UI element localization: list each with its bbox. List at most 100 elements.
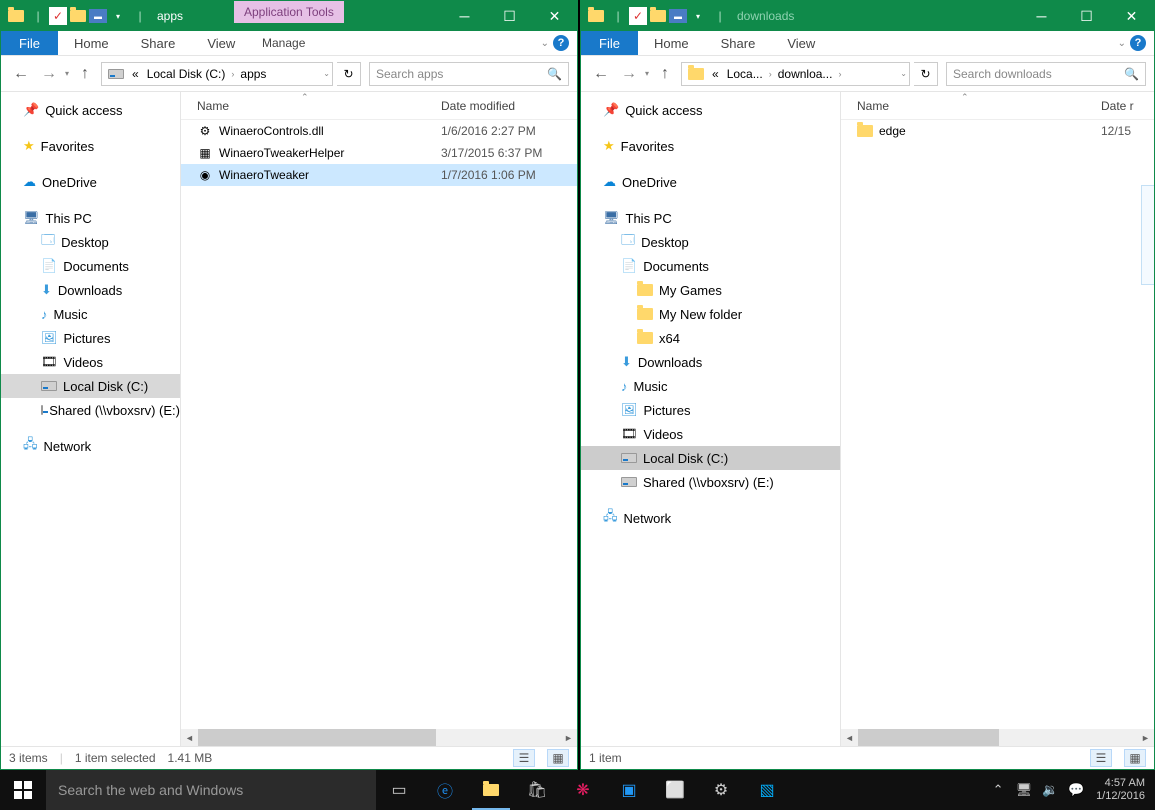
nav-this-pc[interactable]: 🖥This PC xyxy=(1,206,180,230)
nav-network[interactable]: 🖧Network xyxy=(581,506,840,530)
share-tab[interactable]: Share xyxy=(705,31,772,55)
nav-x64[interactable]: x64 xyxy=(581,326,840,350)
search-icon[interactable]: 🔍 xyxy=(1124,67,1139,81)
nav-downloads[interactable]: ⬇Downloads xyxy=(1,278,180,302)
notifications-icon[interactable]: 💬 xyxy=(1066,782,1086,798)
nav-videos[interactable]: 🎞Videos xyxy=(1,350,180,374)
titlebar[interactable]: | ✓ ▬ ▾ | downloads ─ ☐ ✕ xyxy=(581,1,1154,31)
horizontal-scrollbar[interactable]: ◄ ► xyxy=(841,729,1154,746)
explorer-taskbar-icon[interactable] xyxy=(468,770,514,810)
column-name[interactable]: Name xyxy=(841,99,1101,113)
breadcrumb-item[interactable]: Loca... xyxy=(723,67,767,81)
network-icon[interactable]: 🖥 xyxy=(1014,782,1034,798)
home-tab[interactable]: Home xyxy=(638,31,705,55)
qat-custom-icon[interactable]: ▬ xyxy=(669,9,687,23)
taskbar-search[interactable]: Search the web and Windows xyxy=(46,770,376,810)
app-icon[interactable]: ⬜ xyxy=(652,770,698,810)
nav-music[interactable]: ♪Music xyxy=(581,374,840,398)
up-button[interactable]: ↑ xyxy=(653,62,677,86)
nav-documents[interactable]: 📄Documents xyxy=(1,254,180,278)
help-icon[interactable]: ? xyxy=(1130,35,1146,51)
history-dropdown-icon[interactable]: ▾ xyxy=(645,69,649,78)
qat-properties-icon[interactable]: ✓ xyxy=(49,7,67,25)
nav-desktop[interactable]: 🗔Desktop xyxy=(1,230,180,254)
nav-pictures[interactable]: 🖼Pictures xyxy=(581,398,840,422)
file-tab[interactable]: File xyxy=(581,31,638,55)
nav-downloads[interactable]: ⬇Downloads xyxy=(581,350,840,374)
icons-view-button[interactable]: ▦ xyxy=(1124,749,1146,767)
column-date[interactable]: Date modified xyxy=(441,99,571,113)
breadcrumb-prefix[interactable]: « xyxy=(128,67,143,81)
scroll-left-icon[interactable]: ◄ xyxy=(841,729,858,746)
start-button[interactable] xyxy=(0,770,46,810)
qat-newfolder-icon[interactable] xyxy=(647,5,669,27)
refresh-button[interactable]: ↻ xyxy=(914,62,938,86)
breadcrumb-item[interactable]: downloa... xyxy=(774,67,837,81)
qat-dropdown-icon[interactable]: ▾ xyxy=(107,5,129,27)
task-view-button[interactable]: ▭ xyxy=(376,770,422,810)
nav-favorites[interactable]: ★Favorites xyxy=(581,134,840,158)
nav-this-pc[interactable]: 🖥This PC xyxy=(581,206,840,230)
maximize-button[interactable]: ☐ xyxy=(487,1,532,31)
taskbar-clock[interactable]: 4:57 AM 1/12/2016 xyxy=(1092,777,1149,803)
search-input[interactable]: Search downloads 🔍 xyxy=(946,62,1146,86)
app-icon[interactable]: ▧ xyxy=(744,770,790,810)
app-icon[interactable]: ❋ xyxy=(560,770,606,810)
details-view-button[interactable]: ☰ xyxy=(513,749,535,767)
chevron-right-icon[interactable]: › xyxy=(229,69,236,79)
help-icon[interactable]: ? xyxy=(553,35,569,51)
file-list[interactable]: ⌃ Name Date r edge 12/15 + Copy to downl… xyxy=(841,92,1154,746)
ribbon-expand-icon[interactable]: ⌄ xyxy=(541,38,549,49)
chevron-right-icon[interactable]: › xyxy=(767,69,774,79)
close-button[interactable]: ✕ xyxy=(1109,1,1154,31)
column-headers[interactable]: ⌃ Name Date r xyxy=(841,92,1154,120)
column-name[interactable]: Name xyxy=(181,99,441,113)
settings-icon[interactable]: ⚙ xyxy=(698,770,744,810)
nav-quick-access[interactable]: 📌Quick access xyxy=(1,98,180,122)
nav-onedrive[interactable]: ☁OneDrive xyxy=(1,170,180,194)
nav-quick-access[interactable]: 📌Quick access xyxy=(581,98,840,122)
qat-dropdown-icon[interactable]: ▾ xyxy=(687,5,709,27)
qat-properties-icon[interactable]: ✓ xyxy=(629,7,647,25)
search-icon[interactable]: 🔍 xyxy=(547,67,562,81)
file-tab[interactable]: File xyxy=(1,31,58,55)
store-icon[interactable]: 🛍 xyxy=(514,770,560,810)
nav-local-disk-c[interactable]: Local Disk (C:) xyxy=(1,374,180,398)
nav-documents[interactable]: 📄Documents xyxy=(581,254,840,278)
file-row[interactable]: edge 12/15 xyxy=(841,120,1154,142)
chevron-right-icon[interactable]: › xyxy=(836,69,843,79)
column-date[interactable]: Date r xyxy=(1101,99,1151,113)
nav-my-new-folder[interactable]: My New folder xyxy=(581,302,840,326)
share-tab[interactable]: Share xyxy=(125,31,192,55)
volume-icon[interactable]: 🔉 xyxy=(1040,782,1060,798)
minimize-button[interactable]: ─ xyxy=(442,1,487,31)
up-button[interactable]: ↑ xyxy=(73,62,97,86)
forward-button[interactable]: → xyxy=(617,62,641,86)
scroll-left-icon[interactable]: ◄ xyxy=(181,729,198,746)
back-button[interactable]: ← xyxy=(589,62,613,86)
minimize-button[interactable]: ─ xyxy=(1019,1,1064,31)
nav-network[interactable]: 🖧Network xyxy=(1,434,180,458)
file-row[interactable]: ⚙WinaeroControls.dll 1/6/2016 2:27 PM xyxy=(181,120,577,142)
tray-overflow-icon[interactable]: ⌃ xyxy=(988,782,1008,798)
address-dropdown-icon[interactable]: ⌄ xyxy=(900,69,907,78)
manage-tab[interactable]: Manage xyxy=(234,31,333,55)
nav-onedrive[interactable]: ☁OneDrive xyxy=(581,170,840,194)
file-row[interactable]: ▦WinaeroTweakerHelper 3/17/2015 6:37 PM xyxy=(181,142,577,164)
scroll-right-icon[interactable]: ► xyxy=(1137,729,1154,746)
nav-local-disk-c[interactable]: Local Disk (C:) xyxy=(581,446,840,470)
breadcrumb-item[interactable]: Local Disk (C:) xyxy=(143,67,230,81)
column-headers[interactable]: ⌃ Name Date modified xyxy=(181,92,577,120)
back-button[interactable]: ← xyxy=(9,62,33,86)
app-icon[interactable]: ▣ xyxy=(606,770,652,810)
horizontal-scrollbar[interactable]: ◄ ► xyxy=(181,729,577,746)
nav-favorites[interactable]: ★Favorites xyxy=(1,134,180,158)
forward-button[interactable]: → xyxy=(37,62,61,86)
breadcrumb-prefix[interactable]: « xyxy=(708,67,723,81)
qat-custom-icon[interactable]: ▬ xyxy=(89,9,107,23)
ribbon-expand-icon[interactable]: ⌄ xyxy=(1118,38,1126,49)
icons-view-button[interactable]: ▦ xyxy=(547,749,569,767)
nav-desktop[interactable]: 🗔Desktop xyxy=(581,230,840,254)
scroll-right-icon[interactable]: ► xyxy=(560,729,577,746)
titlebar[interactable]: | ✓ ▬ ▾ | apps Application Tools ─ ☐ ✕ xyxy=(1,1,577,31)
